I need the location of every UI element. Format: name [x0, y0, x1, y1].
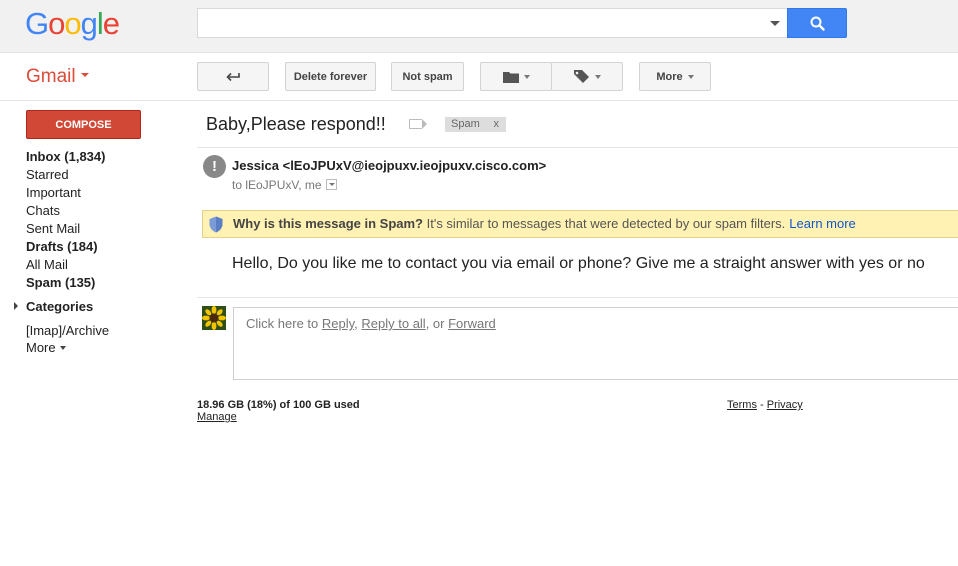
chevron-down-icon	[80, 72, 89, 77]
sunflower-icon	[202, 306, 226, 330]
reply-link[interactable]: Reply	[322, 316, 354, 331]
categories-label: Categories	[26, 299, 94, 314]
back-button[interactable]	[197, 62, 269, 91]
top-bar: Google	[0, 0, 958, 53]
reply-box[interactable]: Click here to Reply, Reply to all, or Fo…	[233, 307, 958, 380]
move-to-button[interactable]	[480, 62, 552, 91]
sidebar-item-chats[interactable]: Chats	[26, 203, 60, 219]
spam-label-chip: Spam x	[445, 117, 506, 132]
reply-prompt: Click here to	[246, 316, 322, 331]
sidebar-item-spam[interactable]: Spam (135)	[26, 275, 95, 291]
reply-separator: , or	[425, 316, 449, 331]
sidebar-item-drafts[interactable]: Drafts (184)	[26, 239, 98, 255]
divider	[197, 147, 958, 148]
logo-letter: G	[25, 6, 49, 41]
message-body: Hello, Do you like me to contact you via…	[232, 255, 925, 272]
compose-label: COMPOSE	[55, 118, 112, 131]
search-input[interactable]	[197, 8, 788, 38]
chevron-down-icon	[687, 74, 694, 79]
shield-icon	[209, 216, 223, 233]
more-actions-button[interactable]: More	[639, 62, 711, 91]
learn-more-link[interactable]: Learn more	[789, 216, 855, 231]
warning-icon: !	[203, 155, 226, 178]
privacy-link[interactable]: Privacy	[767, 399, 803, 411]
sidebar-item-categories[interactable]: Categories	[14, 299, 93, 315]
terms-link[interactable]: Terms	[727, 399, 757, 411]
logo-letter: o	[64, 6, 81, 41]
spam-warning-banner: Why is this message in Spam? It's simila…	[202, 210, 958, 238]
manage-storage-link[interactable]: Manage	[197, 411, 237, 424]
chevron-down-icon	[59, 346, 66, 350]
action-bar: Gmail Delete forever Not spam More	[0, 53, 958, 101]
folder-icon	[502, 71, 519, 83]
search-icon	[810, 16, 825, 31]
recipients-line: to lEoJPUxV, me	[232, 178, 337, 193]
sidebar-more-label: More	[26, 340, 56, 355]
footer-links: Terms - Privacy	[727, 399, 803, 412]
sender-name: Jessica <lEoJPUxV@ieojpuxv.ieojpuxv.cisc…	[232, 158, 547, 173]
labels-button[interactable]	[551, 62, 623, 91]
logo-letter: e	[102, 6, 120, 41]
spam-banner-title: Why is this message in Spam?	[233, 216, 423, 231]
chevron-down-icon	[523, 74, 530, 79]
delete-forever-button[interactable]: Delete forever	[285, 62, 376, 91]
logo-letter: g	[80, 6, 98, 41]
chevron-down-icon	[594, 74, 601, 79]
show-details-icon[interactable]	[325, 179, 337, 190]
remove-label-button[interactable]: x	[494, 117, 500, 132]
more-actions-label: More	[656, 70, 683, 83]
sidebar-item-sent-mail[interactable]: Sent Mail	[26, 221, 80, 237]
logo-letter: o	[48, 6, 65, 41]
label-icon[interactable]	[409, 119, 427, 129]
sidebar-item-all-mail[interactable]: All Mail	[26, 257, 68, 273]
back-arrow-icon	[226, 72, 240, 81]
spam-banner-explanation: It's similar to messages that were detec…	[423, 216, 786, 231]
spam-banner-text: Why is this message in Spam? It's simila…	[233, 211, 856, 237]
sidebar-item-starred[interactable]: Starred	[26, 167, 69, 183]
sidebar-more[interactable]: More	[26, 340, 66, 356]
sidebar-item-inbox[interactable]: Inbox (1,834)	[26, 149, 105, 165]
gmail-label: Gmail	[26, 66, 76, 87]
search-button[interactable]	[787, 8, 847, 38]
expand-arrow-icon[interactable]	[14, 302, 18, 310]
forward-link[interactable]: Forward	[448, 316, 496, 331]
footer-separator: -	[756, 399, 767, 411]
not-spam-label: Not spam	[402, 70, 453, 83]
divider	[197, 297, 958, 298]
delete-forever-label: Delete forever	[293, 70, 368, 83]
recipients-text: to lEoJPUxV, me	[232, 178, 322, 192]
not-spam-button[interactable]: Not spam	[391, 62, 464, 91]
message-subject: Baby,Please respond!!	[206, 114, 386, 134]
tag-icon	[573, 69, 589, 83]
user-avatar	[202, 306, 226, 330]
search-options-dropdown-icon[interactable]	[770, 21, 780, 26]
gmail-menu[interactable]: Gmail	[26, 66, 89, 88]
spam-label-text: Spam	[451, 118, 480, 130]
sidebar-item-archive[interactable]: [Imap]/Archive	[26, 323, 109, 339]
google-logo[interactable]: Google	[25, 6, 120, 42]
sidebar-item-important[interactable]: Important	[26, 185, 81, 201]
compose-button[interactable]: COMPOSE	[26, 110, 141, 139]
reply-all-link[interactable]: Reply to all	[361, 316, 425, 331]
